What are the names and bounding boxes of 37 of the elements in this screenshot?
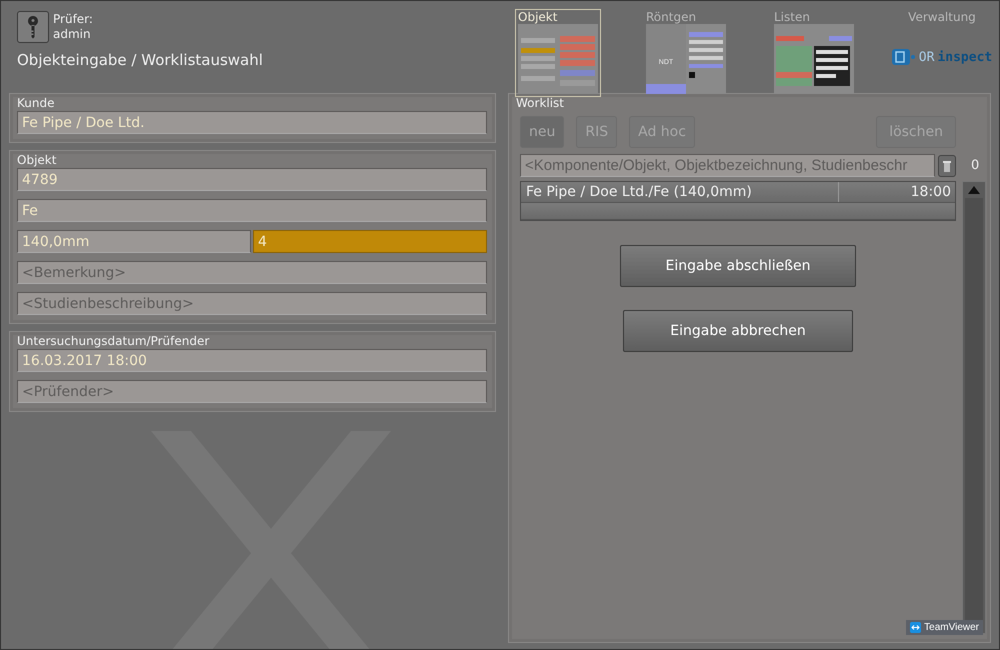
toolbar-button[interactable]: neu: [520, 116, 564, 148]
table-cell-text: 18:00: [910, 183, 952, 202]
up-arrow-icon: [968, 186, 980, 194]
logo-icon: [892, 49, 916, 65]
clear-button[interactable]: [938, 154, 956, 176]
object-id-field[interactable]: 4789: [17, 168, 487, 191]
screen-title: Objekteingabe / Worklistauswahl: [17, 51, 263, 69]
wall-thickness-field[interactable]: 4: [253, 230, 487, 253]
remote-arrows-icon: [910, 622, 922, 633]
nav-tab[interactable]: Verwaltung: [905, 9, 979, 27]
badge-text: TeamViewer: [924, 622, 979, 633]
result-count: 0: [971, 158, 980, 173]
user-label: Prüfer:: [53, 12, 93, 27]
exam-date-field[interactable]: 16.03.2017 18:00: [17, 349, 487, 372]
action-button[interactable]: Eingabe abbrechen: [623, 310, 853, 352]
panel-title: Objekt: [17, 153, 58, 167]
key-icon: [26, 15, 40, 39]
filter-field[interactable]: <Komponente/Objekt, Objektbezeichnung, Studienbeschr: [520, 154, 935, 177]
logo-text: OR: [918, 50, 934, 64]
nav-tab[interactable]: Listen: [771, 9, 857, 97]
diameter-field[interactable]: 140,0mm: [17, 230, 251, 253]
panel-title: Kunde: [17, 96, 56, 110]
nav-tab[interactable]: Objekt: [515, 9, 601, 97]
worklist-row[interactable]: Fe Pipe / Doe Ltd./Fe (140,0mm) 18:00: [521, 182, 955, 203]
logo-text: inspect: [937, 50, 992, 64]
action-button[interactable]: Eingabe abschließen: [620, 245, 856, 287]
trash-icon: [943, 160, 951, 172]
study-description-field[interactable]: <Studienbeschreibung>: [17, 292, 487, 315]
key-button[interactable]: [17, 11, 49, 43]
material-field[interactable]: Fe: [17, 199, 487, 222]
panel-title: Untersuchungsdatum/Prüfender: [17, 334, 210, 348]
customer-field[interactable]: Fe Pipe / Doe Ltd.: [17, 111, 487, 134]
user-name: admin: [53, 27, 92, 42]
panel-title: Worklist: [516, 96, 566, 110]
examiner-field[interactable]: <Prüfender>: [17, 380, 487, 403]
remark-field[interactable]: <Bemerkung>: [17, 261, 487, 284]
table-cell: Fe Pipe / Doe Ltd./Fe (140,0mm): [521, 182, 839, 202]
